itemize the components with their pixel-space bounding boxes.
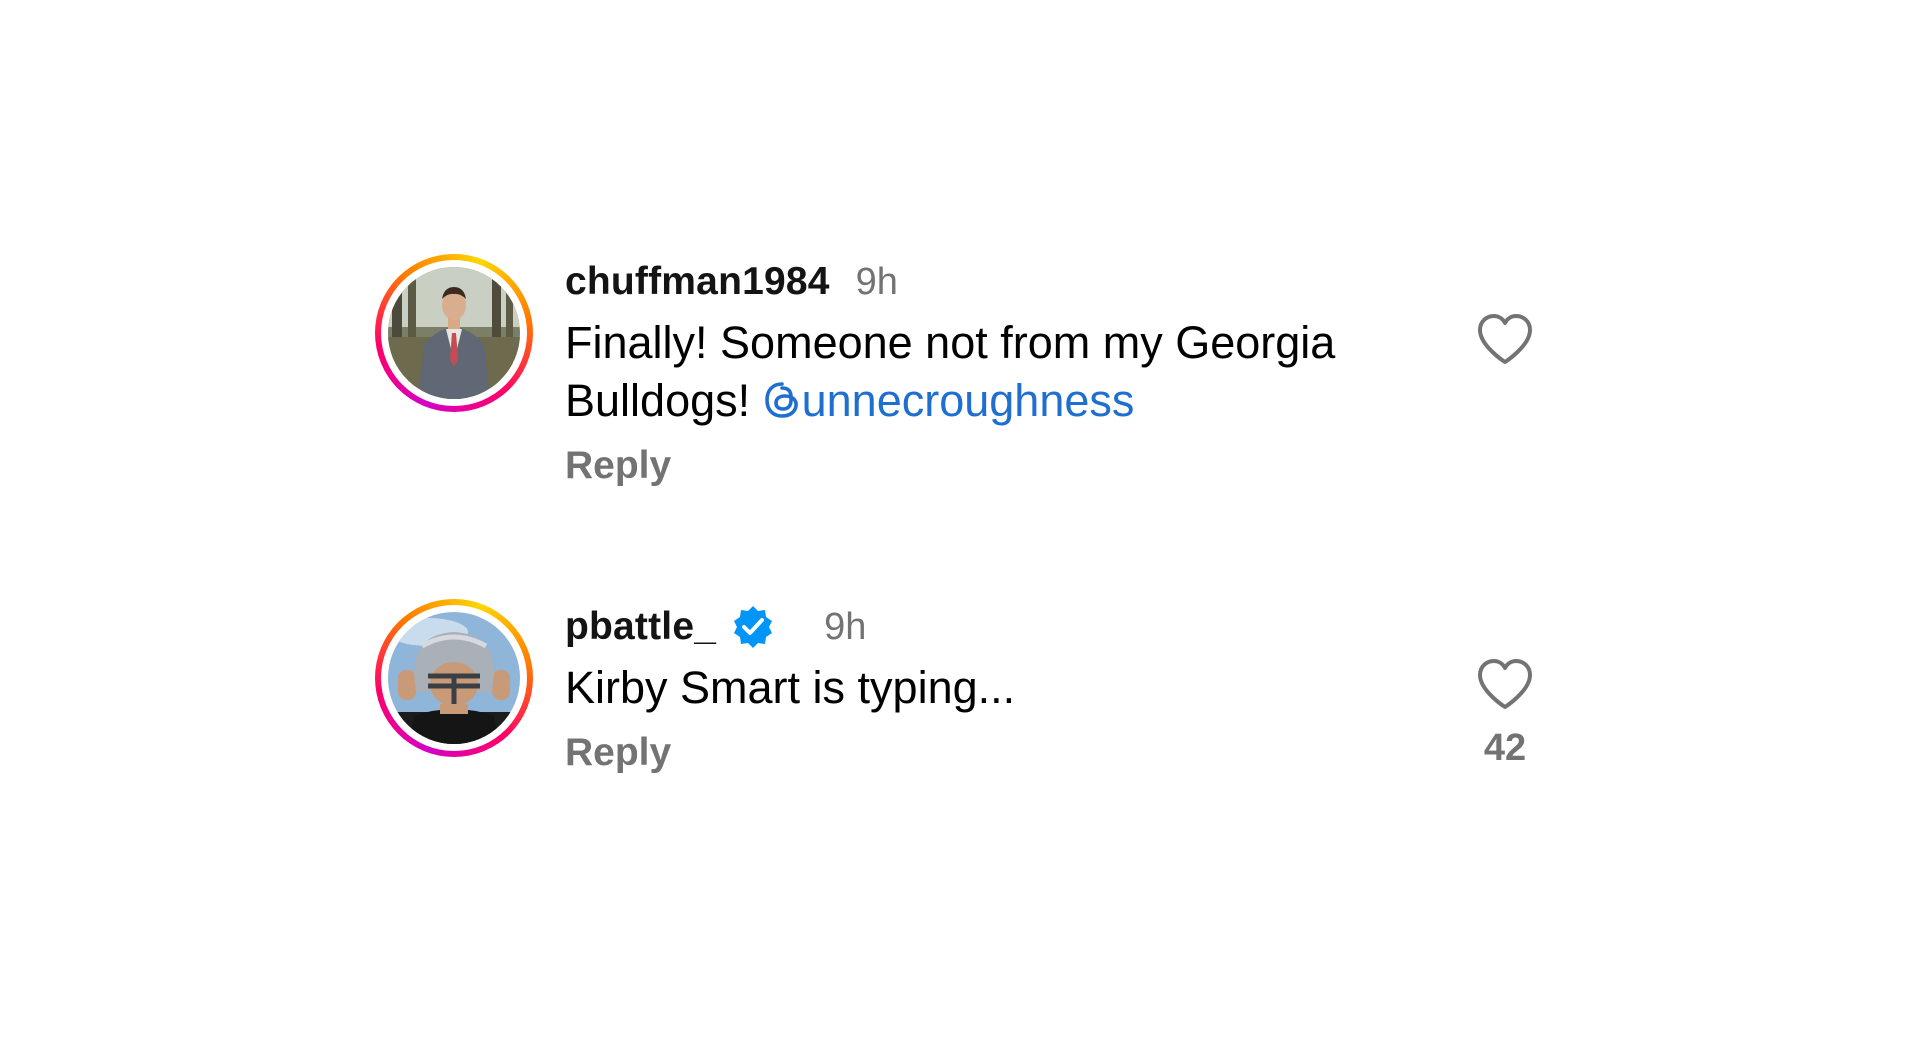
comment-text: Finally! Someone not from my Georgia Bul… xyxy=(565,314,1445,430)
avatar[interactable] xyxy=(375,599,533,757)
comment-body: pbattle_ 9h Kirby Smart is typing... Rep… xyxy=(565,599,1465,775)
username[interactable]: pbattle_ xyxy=(565,605,716,649)
comment-text: Kirby Smart is typing... xyxy=(565,659,1465,717)
reply-button[interactable]: Reply xyxy=(565,444,671,488)
comment-meta: chuffman1984 9h xyxy=(565,254,1465,310)
like-column: 42 xyxy=(1465,657,1545,770)
heart-outline-icon[interactable] xyxy=(1475,312,1535,368)
threads-logo-icon xyxy=(764,382,798,418)
reply-button[interactable]: Reply xyxy=(565,731,671,775)
mention-handle: unnecroughness xyxy=(801,375,1135,426)
avatar-photo xyxy=(388,612,520,744)
like-column xyxy=(1465,312,1545,382)
timestamp: 9h xyxy=(824,605,867,648)
avatar-photo xyxy=(388,267,520,399)
verified-badge-icon xyxy=(734,606,773,648)
profile-photo-icon xyxy=(388,267,520,399)
heart-outline-icon[interactable] xyxy=(1475,657,1535,713)
mention-link[interactable]: unnecroughness xyxy=(763,375,1135,426)
timestamp: 9h xyxy=(855,260,898,303)
like-count: 42 xyxy=(1483,727,1527,769)
avatar[interactable] xyxy=(375,254,533,412)
comment-meta: pbattle_ 9h xyxy=(565,599,1465,655)
comment-text-content: Kirby Smart is typing... xyxy=(565,662,1016,713)
comment-body: chuffman1984 9h Finally! Someone not fro… xyxy=(565,254,1465,488)
username[interactable]: chuffman1984 xyxy=(565,260,830,304)
profile-photo-icon xyxy=(388,612,520,744)
